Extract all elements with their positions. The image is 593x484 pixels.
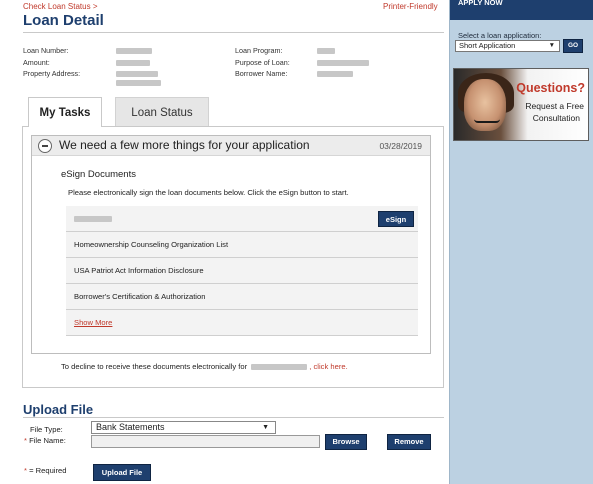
loan-program-value-redacted bbox=[317, 48, 335, 54]
document-title: USA Patriot Act Information Disclosure bbox=[74, 266, 204, 275]
promo-photo-face bbox=[464, 79, 506, 131]
breadcrumb-separator: > bbox=[92, 2, 98, 11]
property-address-value-redacted bbox=[116, 71, 158, 77]
show-more-link[interactable]: Show More bbox=[74, 318, 112, 327]
document-title: Borrower's Certification & Authorization bbox=[74, 292, 206, 301]
browse-button[interactable]: Browse bbox=[325, 434, 367, 450]
breadcrumb-link[interactable]: Check Loan Status bbox=[23, 2, 91, 11]
dropdown-arrow-icon: ▼ bbox=[548, 42, 555, 49]
borrower-name-redacted bbox=[74, 216, 112, 222]
sidebar: APPLY NOW Select a loan application: Sho… bbox=[449, 0, 593, 484]
task-date: 03/28/2019 bbox=[379, 141, 422, 151]
task-card-header[interactable]: We need a few more things for your appli… bbox=[32, 136, 430, 156]
tab-loan-status[interactable]: Loan Status bbox=[115, 97, 209, 127]
printer-friendly-link[interactable]: Printer-Friendly bbox=[383, 2, 438, 11]
go-button[interactable]: GO bbox=[563, 39, 583, 53]
select-application-label: Select a loan application: bbox=[458, 31, 542, 40]
promo-line-2: Consultation bbox=[532, 113, 580, 123]
property-address-label: Property Address: bbox=[23, 69, 81, 78]
decline-notice: To decline to receive these documents el… bbox=[61, 362, 348, 371]
purpose-of-loan-label: Purpose of Loan: bbox=[235, 57, 290, 67]
application-select[interactable]: Short Application ▼ bbox=[455, 40, 560, 52]
decline-borrower-redacted bbox=[251, 364, 308, 370]
consultation-promo-banner[interactable]: Questions? Request a Free Consultation bbox=[453, 68, 589, 141]
loan-info-right: Loan Program: Purpose of Loan: Borrower … bbox=[235, 45, 290, 80]
loan-number-label: Loan Number: bbox=[23, 46, 69, 55]
decline-click-here-link[interactable]: , click here. bbox=[309, 362, 347, 371]
headset-icon bbox=[474, 119, 500, 123]
task-card: We need a few more things for your appli… bbox=[31, 135, 431, 354]
document-title: Homeownership Counseling Organization Li… bbox=[74, 240, 229, 249]
loan-info-left: Loan Number: Amount: Property Address: bbox=[23, 45, 80, 80]
esign-button[interactable]: eSign bbox=[378, 211, 414, 227]
file-name-label-wrap: * File Name: bbox=[24, 436, 66, 445]
file-type-value: Bank Statements bbox=[96, 422, 165, 432]
esign-borrower-row: eSign bbox=[66, 206, 418, 232]
application-select-value: Short Application bbox=[459, 41, 516, 50]
decline-text: To decline to receive these documents el… bbox=[61, 362, 248, 371]
borrower-name-label: Borrower Name: bbox=[235, 69, 288, 78]
tab-my-tasks[interactable]: My Tasks bbox=[28, 97, 102, 127]
remove-button[interactable]: Remove bbox=[387, 434, 431, 450]
required-note-text: = Required bbox=[29, 466, 67, 475]
document-row: Borrower's Certification & Authorization bbox=[66, 284, 418, 310]
amount-label: Amount: bbox=[23, 57, 50, 67]
amount-value-redacted bbox=[116, 60, 150, 66]
esign-section-title: eSign Documents bbox=[61, 169, 136, 180]
esign-instructions: Please electronically sign the loan docu… bbox=[68, 188, 349, 197]
file-type-select[interactable]: Bank Statements ▼ bbox=[91, 421, 276, 434]
title-divider bbox=[23, 32, 444, 33]
loan-program-label: Loan Program: bbox=[235, 46, 283, 55]
show-more-row: Show More bbox=[66, 310, 418, 336]
task-title: We need a few more things for your appli… bbox=[59, 138, 310, 152]
upload-file-button[interactable]: Upload File bbox=[93, 464, 151, 481]
required-asterisk: * bbox=[24, 466, 27, 475]
breadcrumb: Check Loan Status > bbox=[23, 2, 98, 11]
required-note: * = Required bbox=[24, 466, 66, 475]
borrower-name-value-redacted bbox=[317, 71, 353, 77]
property-address-value2-redacted bbox=[116, 80, 161, 86]
document-row: USA Patriot Act Information Disclosure bbox=[66, 258, 418, 284]
document-row: Homeownership Counseling Organization Li… bbox=[66, 232, 418, 258]
promo-headline: Questions? bbox=[516, 81, 585, 95]
required-asterisk: * bbox=[24, 436, 27, 445]
file-name-label: File Name: bbox=[29, 436, 66, 445]
dropdown-arrow-icon: ▼ bbox=[262, 424, 269, 431]
main-content: Check Loan Status > Printer-Friendly Loa… bbox=[0, 0, 449, 484]
upload-divider bbox=[23, 417, 444, 418]
file-type-label: File Type: bbox=[30, 425, 63, 434]
upload-file-heading: Upload File bbox=[23, 402, 94, 417]
promo-line-1: Request a Free bbox=[525, 101, 584, 111]
collapse-minus-icon[interactable] bbox=[38, 139, 52, 153]
file-name-input[interactable] bbox=[91, 435, 320, 448]
apply-now-header: APPLY NOW bbox=[450, 0, 593, 20]
tasks-panel: We need a few more things for your appli… bbox=[22, 126, 444, 388]
page-title: Loan Detail bbox=[23, 12, 104, 29]
purpose-value-redacted bbox=[317, 60, 369, 66]
loan-number-value-redacted bbox=[116, 48, 152, 54]
